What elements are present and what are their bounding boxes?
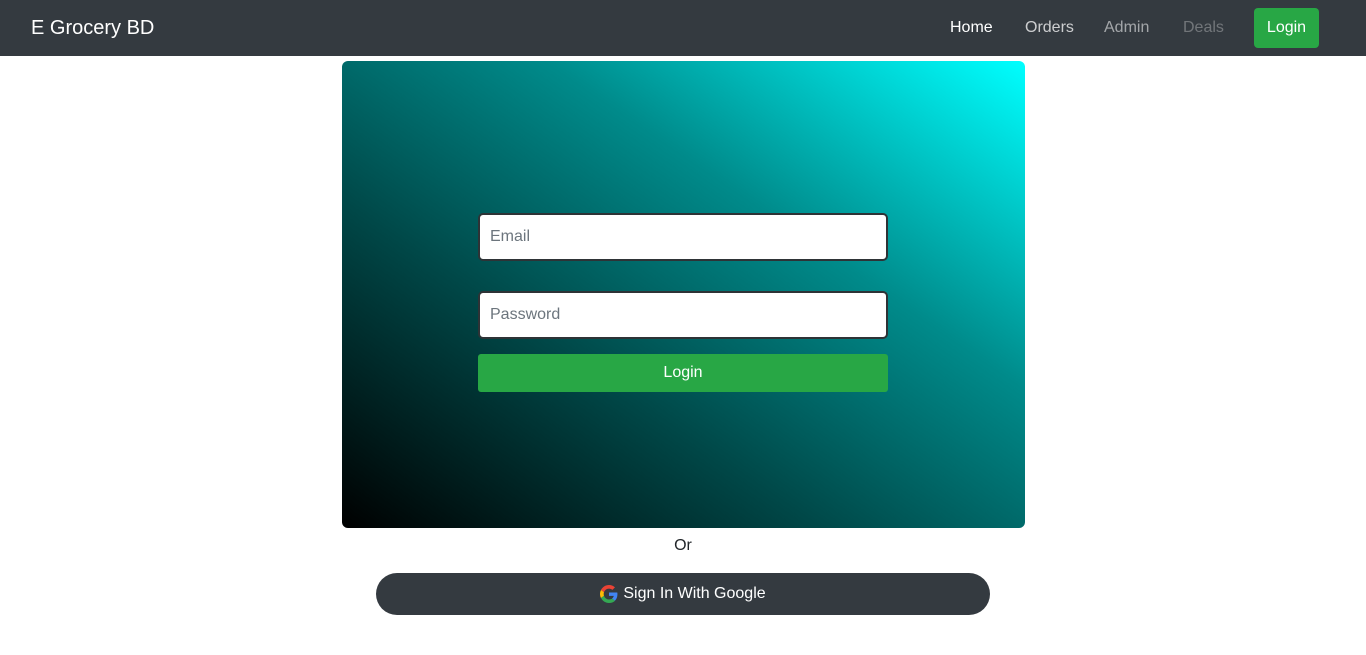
google-signin-button[interactable]: Sign In With Google xyxy=(376,573,990,615)
login-submit-button[interactable]: Login xyxy=(478,354,888,392)
password-field[interactable] xyxy=(478,291,888,339)
nav-link-deals[interactable]: Deals xyxy=(1183,18,1224,38)
or-separator: Or xyxy=(674,537,692,554)
nav-link-home[interactable]: Home xyxy=(950,18,993,38)
nav-link-orders[interactable]: Orders xyxy=(1025,18,1074,38)
top-navbar: E Grocery BD Home Orders Admin Deals Log… xyxy=(0,0,1366,56)
email-field[interactable] xyxy=(478,213,888,261)
nav-login-button[interactable]: Login xyxy=(1254,8,1319,48)
google-icon xyxy=(600,585,618,603)
brand-logo[interactable]: E Grocery BD xyxy=(31,16,154,40)
login-card: Login xyxy=(342,61,1025,528)
nav-link-admin[interactable]: Admin xyxy=(1104,18,1149,38)
google-signin-label: Sign In With Google xyxy=(623,585,766,602)
